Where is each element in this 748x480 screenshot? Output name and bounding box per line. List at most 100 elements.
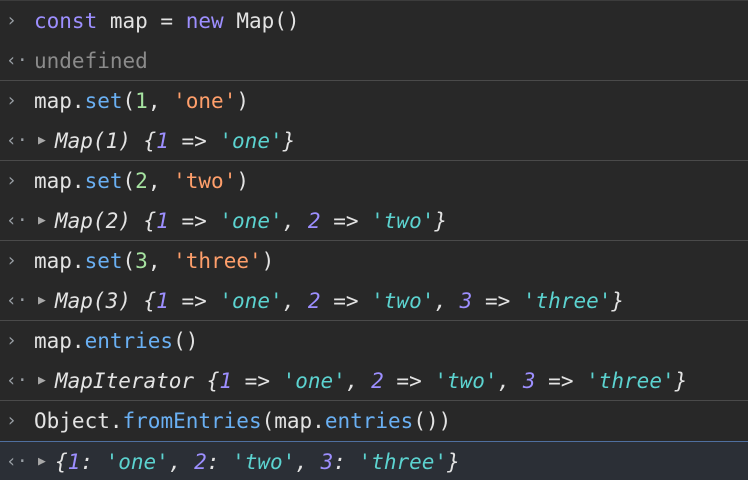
output-token: 'one' — [282, 369, 346, 393]
code-token: set — [84, 169, 123, 193]
output-token: , — [282, 209, 308, 233]
code-token: const — [34, 9, 98, 33]
code-token: 'one' — [173, 89, 237, 113]
output-token: , — [434, 289, 460, 313]
expand-caret-icon[interactable]: ▶ — [38, 281, 46, 321]
output-token: => — [535, 369, 587, 393]
code-token: map = — [97, 9, 186, 33]
output-prompt-icon: ‹· — [6, 210, 28, 231]
output-token: Map(1) { — [55, 129, 157, 153]
input-code: Object.fromEntries(map.entries()) — [34, 401, 451, 441]
code-token: , — [147, 169, 174, 193]
output-token: } — [434, 209, 448, 233]
code-token: 1 — [135, 89, 148, 113]
console-input-line[interactable]: › map.set(1, 'one') — [0, 81, 748, 121]
code-token: ( — [122, 169, 136, 193]
output-token: 'two' — [434, 369, 498, 393]
output-token: => — [472, 289, 523, 313]
output-token: MapIterator { — [55, 369, 220, 393]
code-token: ( — [122, 89, 136, 113]
input-code: map.entries() — [34, 321, 198, 361]
code-token: Object. — [34, 409, 123, 433]
console-input-line[interactable]: › map.set(2, 'two') — [0, 161, 748, 201]
console-output-line[interactable]: ‹· ▶ Map(3) {1 => 'one', 2 => 'two', 3 => … — [0, 281, 748, 321]
output-value[interactable]: MapIterator {1 => 'one', 2 => 'two', 3 =… — [55, 361, 687, 401]
output-token: 2 — [307, 289, 321, 313]
code-token: fromEntries — [122, 409, 262, 433]
output-token: 'one' — [105, 450, 169, 474]
output-token: 3 — [320, 450, 334, 474]
console-output-line[interactable]: ‹· ▶ Map(1) {1 => 'one'} — [0, 121, 748, 161]
output-token: => — [168, 209, 220, 233]
code-token: , — [147, 249, 174, 273]
output-token: } — [447, 450, 460, 474]
expand-caret-icon[interactable]: ▶ — [38, 201, 46, 241]
input-prompt-icon: › — [6, 410, 17, 431]
console-panel[interactable]: › const map = new Map() ‹· undefined › map.se… — [0, 0, 748, 480]
code-token: 3 — [135, 249, 148, 273]
output-token: => — [320, 289, 372, 313]
console-input-line[interactable]: › Object.fromEntries(map.entries()) — [0, 401, 748, 441]
console-input-line[interactable]: › const map = new Map() — [0, 1, 748, 41]
input-prompt-icon: › — [6, 170, 17, 191]
output-token: undefined — [34, 49, 148, 73]
output-token: 3 — [459, 289, 473, 313]
output-token: 'one' — [219, 289, 283, 313]
output-prompt-icon: ‹· — [6, 290, 28, 311]
output-token: 1 — [156, 129, 169, 153]
output-token: 'two' — [371, 209, 435, 233]
console-input-line[interactable]: › map.entries() — [0, 321, 748, 361]
output-prompt-icon: ‹· — [6, 370, 28, 391]
input-code: const map = new Map() — [34, 1, 300, 41]
output-value[interactable]: Map(3) {1 => 'one', 2 => 'two', 3 => 'th… — [55, 281, 624, 321]
code-token: ) — [236, 169, 249, 193]
output-token: => — [168, 289, 220, 313]
output-token: 1 — [156, 209, 169, 233]
output-token: 3 — [522, 369, 536, 393]
console-input-line[interactable]: › map.set(3, 'three') — [0, 241, 748, 281]
output-prompt-icon: ‹· — [6, 50, 28, 71]
output-token: : — [80, 450, 106, 474]
expand-caret-icon[interactable]: ▶ — [38, 121, 46, 161]
output-token: 'three' — [586, 369, 675, 393]
code-token: ()) — [413, 409, 452, 433]
code-token: ( — [122, 249, 136, 273]
output-prompt-icon: ‹· — [6, 451, 28, 472]
output-token: => — [232, 369, 283, 393]
output-token: } — [611, 289, 625, 313]
code-token: entries — [84, 329, 174, 353]
output-token: 'two' — [232, 450, 296, 474]
input-prompt-icon: › — [6, 330, 17, 351]
output-token: 'two' — [371, 289, 435, 313]
output-token: , — [168, 450, 195, 474]
output-value[interactable]: {1: 'one', 2: 'two', 3: 'three'} — [55, 442, 460, 480]
output-token: 'one' — [219, 129, 283, 153]
code-token: , — [147, 89, 174, 113]
output-token: => — [383, 369, 435, 393]
output-token: => — [168, 129, 220, 153]
output-token: } — [674, 369, 688, 393]
expand-caret-icon[interactable]: ▶ — [38, 361, 46, 401]
code-token: 2 — [135, 169, 148, 193]
console-output-line[interactable]: ‹· ▶ {1: 'one', 2: 'two', 3: 'three'} — [0, 441, 748, 480]
output-token: } — [282, 129, 296, 153]
output-token: 'three' — [358, 450, 448, 474]
code-token: map. — [34, 249, 85, 273]
console-output-line: ‹· undefined — [0, 41, 748, 81]
output-value[interactable]: Map(1) {1 => 'one'} — [55, 121, 295, 161]
output-token: , — [282, 289, 308, 313]
output-token: Map(2) { — [55, 209, 157, 233]
output-token: , — [497, 369, 523, 393]
output-token: 1 — [156, 289, 169, 313]
code-token: entries — [324, 409, 414, 433]
output-value[interactable]: Map(2) {1 => 'one', 2 => 'two'} — [55, 201, 447, 241]
console-output-line[interactable]: ‹· ▶ Map(2) {1 => 'one', 2 => 'two'} — [0, 201, 748, 241]
output-token: 1 — [67, 450, 81, 474]
code-token: map. — [34, 169, 85, 193]
input-prompt-icon: › — [6, 10, 17, 31]
expand-caret-icon[interactable]: ▶ — [38, 442, 46, 480]
code-token: map. — [34, 89, 85, 113]
console-output-line[interactable]: ‹· ▶ MapIterator {1 => 'one', 2 => 'two', … — [0, 361, 748, 401]
code-token: (map. — [261, 409, 325, 433]
output-token: 1 — [219, 369, 233, 393]
